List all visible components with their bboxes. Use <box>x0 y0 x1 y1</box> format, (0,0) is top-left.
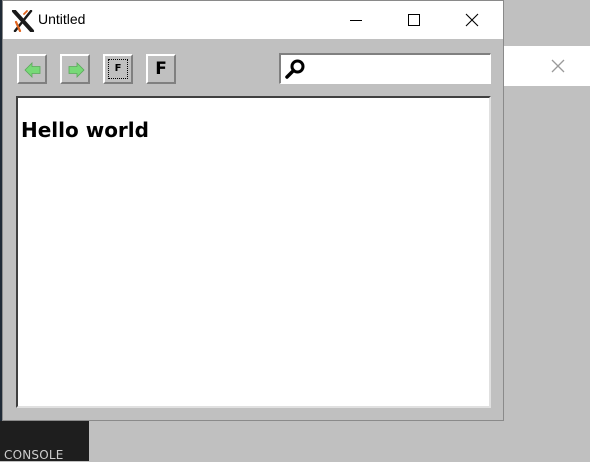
minimize-icon <box>350 20 362 21</box>
window-title: Untitled <box>38 11 86 27</box>
maximize-icon <box>408 14 420 26</box>
console-label: CONSOLE <box>4 448 64 462</box>
font-large-button[interactable]: F <box>146 54 176 84</box>
search-input[interactable] <box>309 57 489 83</box>
back-button[interactable] <box>17 54 47 84</box>
forward-button[interactable] <box>60 54 90 84</box>
arrow-left-icon <box>24 62 41 78</box>
x-logo-icon <box>11 9 35 33</box>
close-icon <box>465 13 479 27</box>
font-large-label: F <box>155 59 167 79</box>
background-window-titlebar <box>503 46 590 86</box>
font-small-button[interactable]: F <box>103 54 133 84</box>
close-button[interactable] <box>449 1 495 39</box>
content-area[interactable]: Hello world <box>16 96 491 408</box>
content-text: Hello world <box>21 118 149 142</box>
app-window: Untitled F F Hello world <box>3 1 503 420</box>
maximize-button[interactable] <box>391 1 437 39</box>
search-field[interactable] <box>279 53 491 84</box>
console-tab[interactable]: CONSOLE <box>0 421 89 462</box>
titlebar[interactable]: Untitled <box>3 1 503 39</box>
search-icon <box>285 59 305 79</box>
close-icon[interactable] <box>548 56 568 76</box>
focus-indicator <box>108 59 128 79</box>
minimize-button[interactable] <box>333 1 379 39</box>
arrow-right-icon <box>68 62 85 78</box>
